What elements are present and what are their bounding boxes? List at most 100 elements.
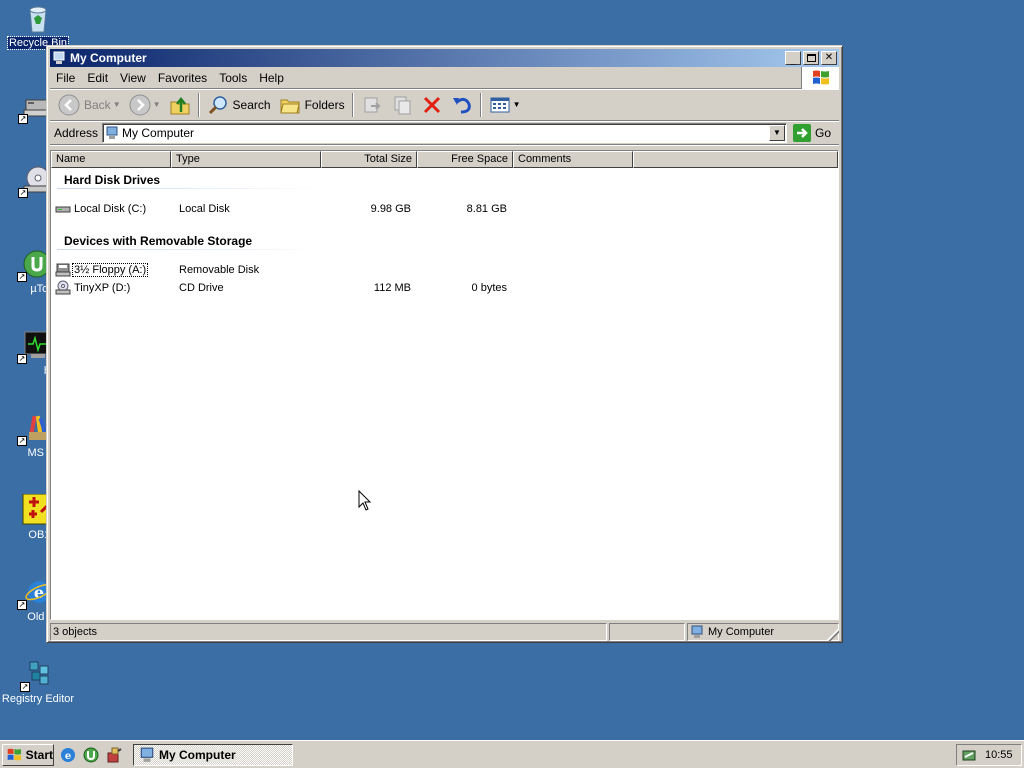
folder-up-icon — [170, 96, 190, 114]
address-label: Address — [54, 125, 99, 140]
my-computer-icon — [140, 747, 154, 762]
group-header-removable-storage: Devices with Removable Storage — [64, 234, 253, 248]
copy-to-icon — [394, 96, 411, 114]
start-button[interactable]: Start — [2, 743, 54, 766]
minimize-icon: _ — [790, 55, 796, 66]
item-name: TinyXP (D:) — [74, 282, 131, 294]
my-computer-window: My Computer _ ✕ File Edit View Favorites… — [46, 45, 843, 643]
column-header-free-space[interactable]: Free Space — [417, 151, 513, 168]
copy-to-button[interactable] — [387, 92, 417, 118]
go-button[interactable]: Go — [787, 123, 839, 142]
maximize-icon — [806, 54, 816, 62]
drive-list-view[interactable]: Name Type Total Size Free Space Comments… — [50, 150, 839, 620]
item-name: 3½ Floppy (A:) — [71, 263, 149, 277]
quick-launch: e — [60, 747, 129, 763]
internet-explorer-icon[interactable]: e — [60, 747, 76, 763]
forward-arrow-icon — [129, 94, 151, 115]
search-icon — [208, 95, 227, 114]
menu-file[interactable]: File — [50, 71, 81, 85]
views-icon — [490, 97, 510, 112]
folders-button[interactable]: Folders — [275, 92, 349, 118]
item-name-cell: Local Disk (C:) — [55, 201, 175, 217]
menu-favorites[interactable]: Favorites — [152, 71, 213, 85]
item-type: Local Disk — [179, 203, 230, 215]
undo-icon — [452, 97, 471, 113]
back-button[interactable]: Back ▼ — [54, 92, 125, 118]
column-header-comments[interactable]: Comments — [513, 151, 633, 168]
item-type: CD Drive — [179, 282, 224, 294]
group-header-hard-disk-drives: Hard Disk Drives — [64, 173, 161, 187]
svg-text:e: e — [65, 751, 71, 762]
back-label: Back — [84, 97, 111, 112]
registry-editor-icon: ↗ — [20, 658, 54, 692]
status-zone-label: My Computer — [708, 626, 775, 638]
address-value: My Computer — [122, 125, 195, 140]
item-total-size: 9.98 GB — [370, 203, 411, 215]
standard-toolbar: Back ▼ ▼ Search Folders ▼ — [50, 89, 839, 121]
taskbar-button-my-computer[interactable]: My Computer — [133, 743, 293, 766]
window-title: My Computer — [70, 51, 147, 65]
menu-tools[interactable]: Tools — [213, 71, 253, 85]
move-to-button[interactable] — [357, 92, 387, 118]
toolbar-separator — [479, 92, 482, 117]
go-arrow-icon — [792, 123, 811, 142]
taskbar: Start e My Computer 10:55 — [0, 740, 1024, 768]
my-computer-icon — [691, 625, 703, 638]
toolbar-separator — [351, 92, 354, 117]
up-button[interactable] — [165, 92, 195, 118]
column-header-filler — [633, 151, 838, 168]
taskbar-button-label: My Computer — [159, 747, 236, 762]
mouse-cursor-icon — [358, 490, 372, 511]
close-icon: ✕ — [824, 52, 834, 63]
menu-bar: File Edit View Favorites Tools Help — [50, 67, 839, 89]
menu-view[interactable]: View — [114, 71, 152, 85]
list-item[interactable]: TinyXP (D:) CD Drive 112 MB 0 bytes — [55, 280, 525, 296]
folders-label: Folders — [304, 97, 345, 112]
column-header-name[interactable]: Name — [51, 151, 171, 168]
menu-help[interactable]: Help — [253, 71, 290, 85]
close-button[interactable]: ✕ — [821, 51, 837, 65]
item-free-space: 8.81 GB — [466, 203, 507, 215]
recycle-bin-icon — [22, 2, 54, 34]
windows-flag-icon — [7, 748, 21, 760]
address-field[interactable]: My Computer ▼ — [102, 122, 787, 143]
search-label: Search — [232, 97, 271, 112]
forward-button[interactable]: ▼ — [125, 92, 165, 118]
maximize-button[interactable] — [803, 51, 819, 65]
address-dropdown-button[interactable]: ▼ — [768, 124, 785, 141]
search-button[interactable]: Search — [203, 92, 275, 118]
desktop-icon-recycle-bin[interactable]: Recycle Bin — [0, 2, 76, 50]
views-dropdown-icon: ▼ — [512, 100, 521, 109]
back-arrow-icon — [58, 94, 80, 115]
column-header-type[interactable]: Type — [171, 151, 321, 168]
minimize-button[interactable]: _ — [785, 51, 801, 66]
list-item[interactable]: Local Disk (C:) Local Disk 9.98 GB 8.81 … — [55, 201, 525, 217]
tray-hardware-icon[interactable] — [961, 747, 977, 763]
app-shortcut-icon[interactable] — [106, 747, 122, 763]
utorrent-icon[interactable] — [83, 747, 99, 763]
desktop-icon-registry-editor[interactable]: ↗ Registry Editor — [0, 658, 76, 705]
status-blank-pane — [609, 623, 685, 641]
floppy-drive-icon — [55, 263, 71, 277]
item-name-cell: 3½ Floppy (A:) — [55, 262, 175, 278]
item-total-size: 112 MB — [373, 282, 411, 294]
system-tray: 10:55 — [956, 743, 1022, 766]
my-computer-icon — [106, 126, 118, 139]
menu-edit[interactable]: Edit — [81, 71, 114, 85]
move-to-icon — [364, 97, 380, 112]
toolbar-separator — [197, 92, 200, 117]
title-bar[interactable]: My Computer _ ✕ — [50, 49, 839, 67]
status-zone: My Computer — [687, 623, 839, 641]
column-header-total-size[interactable]: Total Size — [321, 151, 417, 168]
resize-grip-icon[interactable] — [827, 629, 839, 641]
back-dropdown-icon[interactable]: ▼ — [113, 100, 121, 109]
status-object-count: 3 objects — [50, 623, 607, 641]
delete-button[interactable] — [417, 92, 447, 118]
hard-disk-icon — [55, 206, 71, 213]
go-label: Go — [814, 125, 831, 140]
list-item[interactable]: 3½ Floppy (A:) Removable Disk — [55, 262, 525, 278]
clock[interactable]: 10:55 — [985, 749, 1013, 761]
forward-dropdown-icon[interactable]: ▼ — [153, 100, 161, 109]
undo-button[interactable] — [447, 92, 477, 118]
views-button[interactable]: ▼ — [485, 92, 525, 118]
